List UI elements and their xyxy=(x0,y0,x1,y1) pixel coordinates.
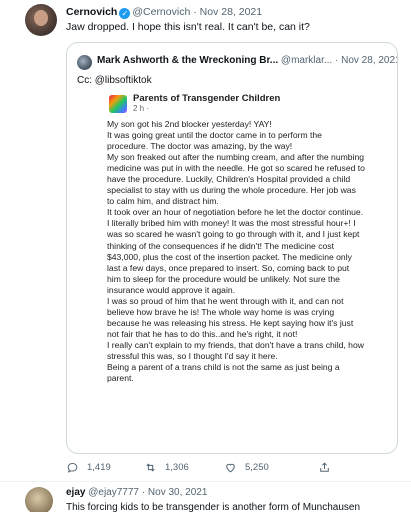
quoted-tweet[interactable]: Mark Ashworth & the Wreckoning Br... @ma… xyxy=(66,42,398,454)
avatar[interactable] xyxy=(25,4,57,36)
heart-icon xyxy=(226,463,235,473)
tweet-text: Jaw dropped. I hope this isn't real. It … xyxy=(66,21,310,33)
group-name: Parents of Transgender Children xyxy=(133,93,281,104)
separator: · xyxy=(334,55,339,66)
tweet-date[interactable]: Nov 30, 2021 xyxy=(148,487,208,498)
reply-header: ejay @ejay7777 · Nov 30, 2021 xyxy=(66,487,207,498)
reply-icon xyxy=(67,462,78,473)
display-name[interactable]: Cernovich xyxy=(66,6,117,18)
handle[interactable]: @ejay7777 xyxy=(88,487,139,498)
post-body: My son got his 2nd blocker yesterday! YA… xyxy=(107,119,365,384)
share-icon xyxy=(320,462,329,472)
tweet-actions: 1,419 1,306 5,250 xyxy=(66,461,386,477)
screenshot-header: Parents of Transgender Children 2 h · xyxy=(95,93,369,113)
handle[interactable]: @Cernovich xyxy=(132,6,190,18)
post-paragraph: Being a parent of a trans child is not t… xyxy=(107,362,340,384)
reply-tweet[interactable]: ejay @ejay7777 · Nov 30, 2021 This forci… xyxy=(0,482,411,512)
reply-count: 1,419 xyxy=(87,462,111,473)
display-name[interactable]: ejay xyxy=(66,487,85,498)
tweet-header: Cernovich ✓ @Cernovich · Nov 28, 2021 xyxy=(66,6,262,19)
post-paragraph: It was going great until the doctor came… xyxy=(107,130,322,152)
quoted-avatar xyxy=(77,55,92,70)
like-count: 5,250 xyxy=(245,462,269,473)
attached-image[interactable]: Parents of Transgender Children 2 h · My… xyxy=(95,93,369,453)
separator: · xyxy=(141,487,146,498)
post-paragraph: My son got his 2nd blocker yesterday! YA… xyxy=(107,119,272,129)
separator: · xyxy=(193,6,197,18)
avatar[interactable] xyxy=(25,487,53,512)
like-button[interactable]: 5,250 xyxy=(224,461,269,474)
share-button[interactable] xyxy=(318,461,331,474)
tweet-date[interactable]: Nov 28, 2021 xyxy=(200,6,262,18)
quoted-display-name: Mark Ashworth & the Wreckoning Br... xyxy=(97,55,279,66)
retweet-button[interactable]: 1,306 xyxy=(144,461,189,474)
quoted-date: Nov 28, 2021 xyxy=(341,55,398,66)
post-meta: 2 h · xyxy=(133,104,150,113)
post-paragraph: I was so proud of him that he went throu… xyxy=(107,295,354,339)
verified-badge-icon: ✓ xyxy=(119,8,131,19)
retweet-count: 1,306 xyxy=(165,462,189,473)
post-paragraph: It took over an hour of negotiation befo… xyxy=(107,207,364,295)
quoted-handle: @marklar... xyxy=(280,55,333,66)
retweet-icon xyxy=(146,463,155,472)
post-paragraph: I really can't explain to my friends, th… xyxy=(107,339,364,361)
quoted-text: Cc: @libsoftiktok xyxy=(77,75,152,86)
group-picture xyxy=(109,95,127,113)
quoted-header: Mark Ashworth & the Wreckoning Br... @ma… xyxy=(97,55,398,66)
reply-text: This forcing kids to be transgender is a… xyxy=(66,502,361,512)
reply-button[interactable]: 1,419 xyxy=(66,461,111,474)
post-paragraph: My son freaked out after the numbing cre… xyxy=(107,152,365,207)
